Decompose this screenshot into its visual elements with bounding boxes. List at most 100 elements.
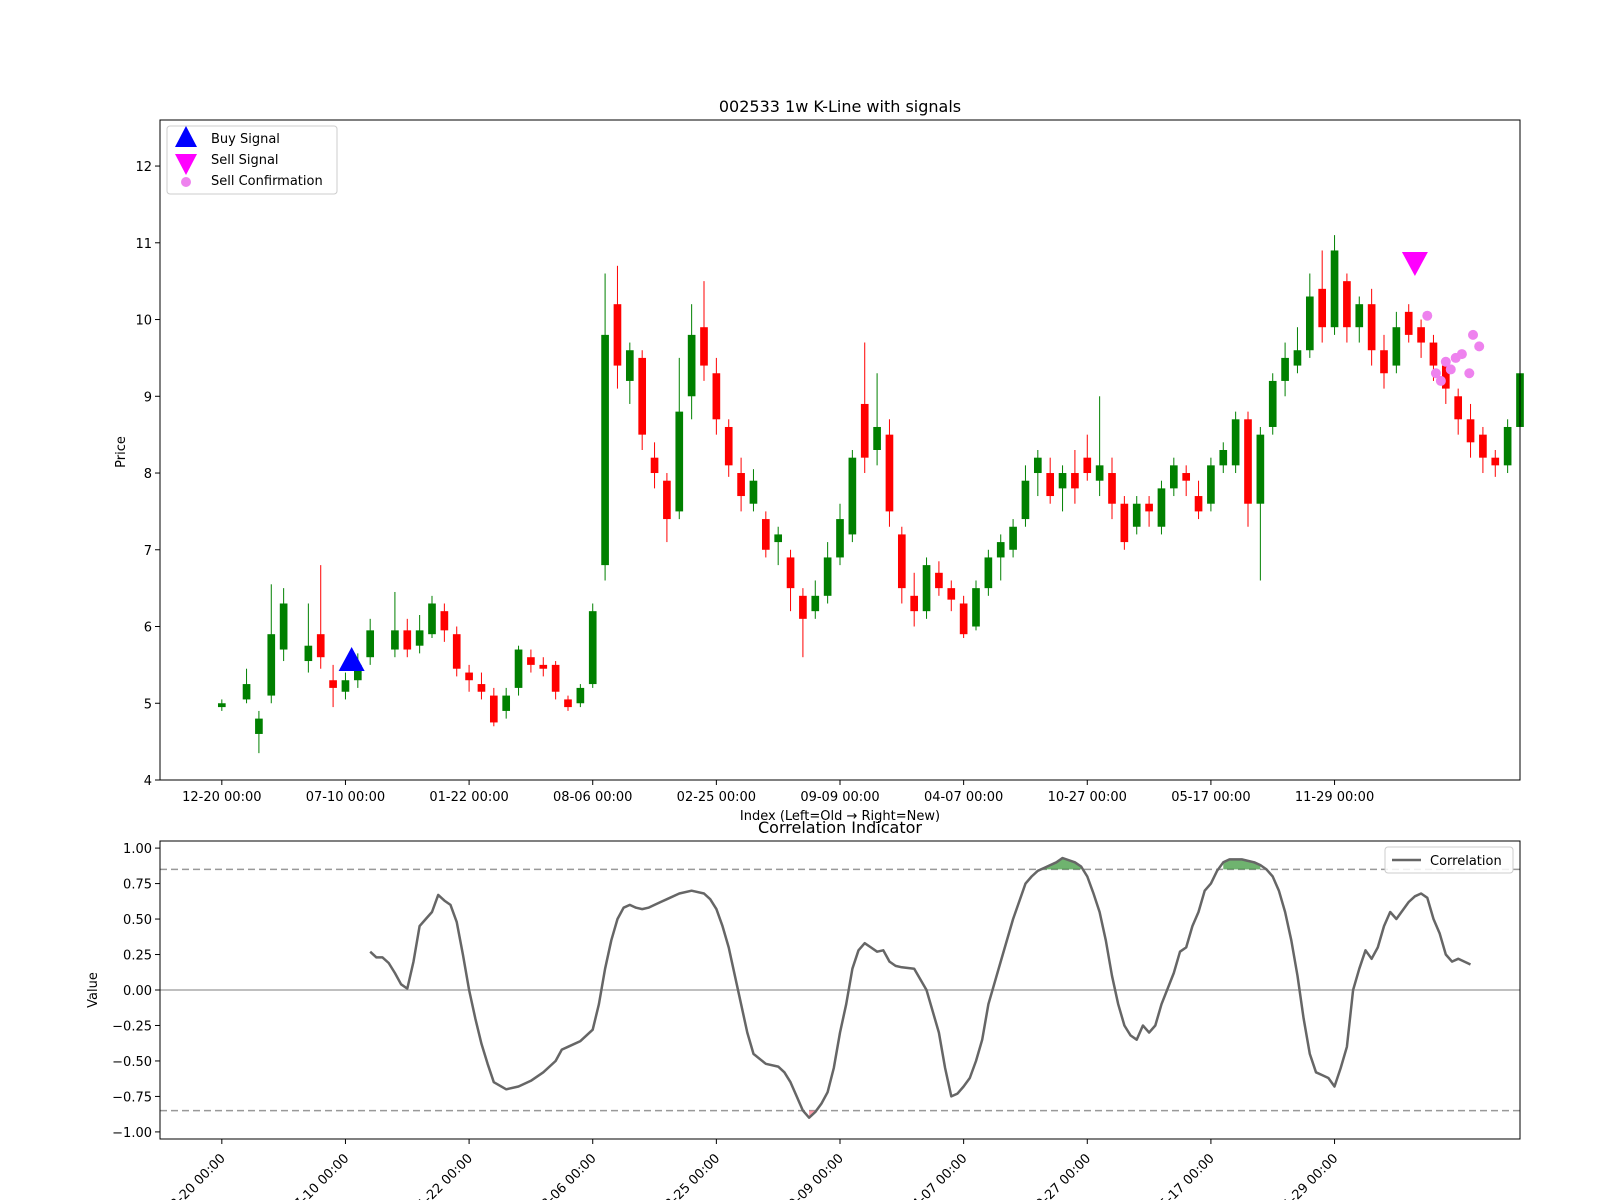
candle [1182,465,1191,497]
sell-signal-marker [1401,251,1428,276]
correlation-y-tick-label: −0.25 [112,1019,152,1034]
candle-body [774,534,783,543]
candle-body [366,630,375,658]
kline-title: 002533 1w K-Line with signals [719,97,961,116]
kline-x-tick-label: 08-06 00:00 [553,790,632,805]
candle [625,342,634,404]
candle-body [1479,434,1487,458]
candle-body [675,411,684,512]
candle-body [1330,250,1339,328]
correlation-x-tick-label: 12-20 00:00 [162,1151,229,1200]
candle [267,584,276,704]
kline-axes-frame [159,119,1521,781]
correlation-x-tick-label: 10-27 00:00 [1027,1151,1094,1200]
candle [1108,457,1116,520]
candle [712,357,721,435]
correlation-x-tick-label: 02-25 00:00 [656,1151,723,1200]
figure: 4 5 6 7 8 9 10 11 12 12-20 00:00 07-10 00:00 01-22… [86,97,1524,1200]
correlation-y-tick-label: −1.00 [112,1126,152,1141]
candle-body [663,480,671,520]
candle-body [341,680,350,692]
kline-y-tick-label: 9 [144,390,152,405]
kline-y-tick-label: 11 [135,237,152,252]
candle [860,342,869,474]
candle-body [217,703,226,708]
candle-body [1380,350,1388,374]
correlation-x-ticks: 12-20 00:00 07-10 00:00 01-22 00:00 08-06 0… [162,1139,1341,1200]
candle [1454,388,1463,435]
candle-body [1169,465,1178,489]
candle-body [304,645,313,662]
candle-body [1071,473,1079,489]
candle-body [638,357,647,435]
candle-body [687,334,696,397]
kline-x-tick-label: 04-07 00:00 [924,790,1003,805]
correlation-x-tick-label: 04-07 00:00 [904,1151,971,1200]
correlation-y-tick-label: −0.75 [112,1090,152,1105]
candle [403,618,412,658]
kline-y-axis-label: Price [114,436,129,468]
candle-body [786,557,795,589]
candle [1268,373,1277,435]
candle [279,588,288,662]
sell-confirmation-point [1474,341,1485,352]
candle [329,664,337,708]
candle-body [316,634,325,658]
candle-body [1058,473,1067,489]
candle-body [897,534,906,589]
correlation-y-tick-label: 0.25 [123,949,152,964]
candle [749,469,758,512]
sell-confirmation-point [1456,349,1467,360]
candle-body [329,680,337,688]
correlation-x-tick-label: 01-22 00:00 [409,1151,476,1200]
candle-body [1132,503,1141,527]
candle [650,442,659,489]
candle [428,595,436,639]
candle [1021,465,1030,527]
candle-body [489,695,498,723]
correlation-y-axis-label: Value [86,972,101,1008]
candle-body [1293,350,1302,366]
candle-body [588,611,597,685]
candle [1157,480,1166,535]
candle [811,580,820,619]
candle-body [1207,465,1215,504]
candle [1194,480,1203,520]
candle-body [823,557,832,596]
candle [588,603,597,688]
kline-y-tick-label: 12 [135,160,152,175]
candle-body [1083,457,1092,474]
candle [502,687,511,719]
candle [477,672,486,700]
candle [1033,450,1042,497]
legend-correlation-label: Correlation [1430,854,1502,869]
candle-body [477,684,486,692]
candle [564,695,572,711]
candle-body [502,695,511,711]
candle [527,649,535,673]
correlation-fills [809,858,1261,1118]
candle-body [836,519,844,558]
candle [1343,273,1351,343]
candle-body [1046,473,1055,497]
candle [897,526,906,604]
candle-body [848,457,857,535]
candle-body [564,699,572,708]
kline-x-tick-label: 11-29 00:00 [1295,790,1374,805]
candle-body [1466,419,1475,443]
candle-body [551,664,560,692]
candle-body [1108,473,1116,504]
candle [1071,450,1079,504]
candle [687,304,696,420]
candle-body [576,687,585,704]
candle-body [761,519,770,550]
candle-body [1429,342,1438,366]
candle [1132,496,1141,535]
candle [972,580,980,631]
correlation-title: Correlation Indicator [758,818,922,837]
candle-body [267,634,276,696]
correlation-panel: −1.00 −0.75 −0.50 −0.25 0.00 0.25 0.50 0.75 1.00… [86,818,1521,1200]
candle [737,457,745,512]
candle [514,645,523,696]
candle [1244,411,1252,527]
